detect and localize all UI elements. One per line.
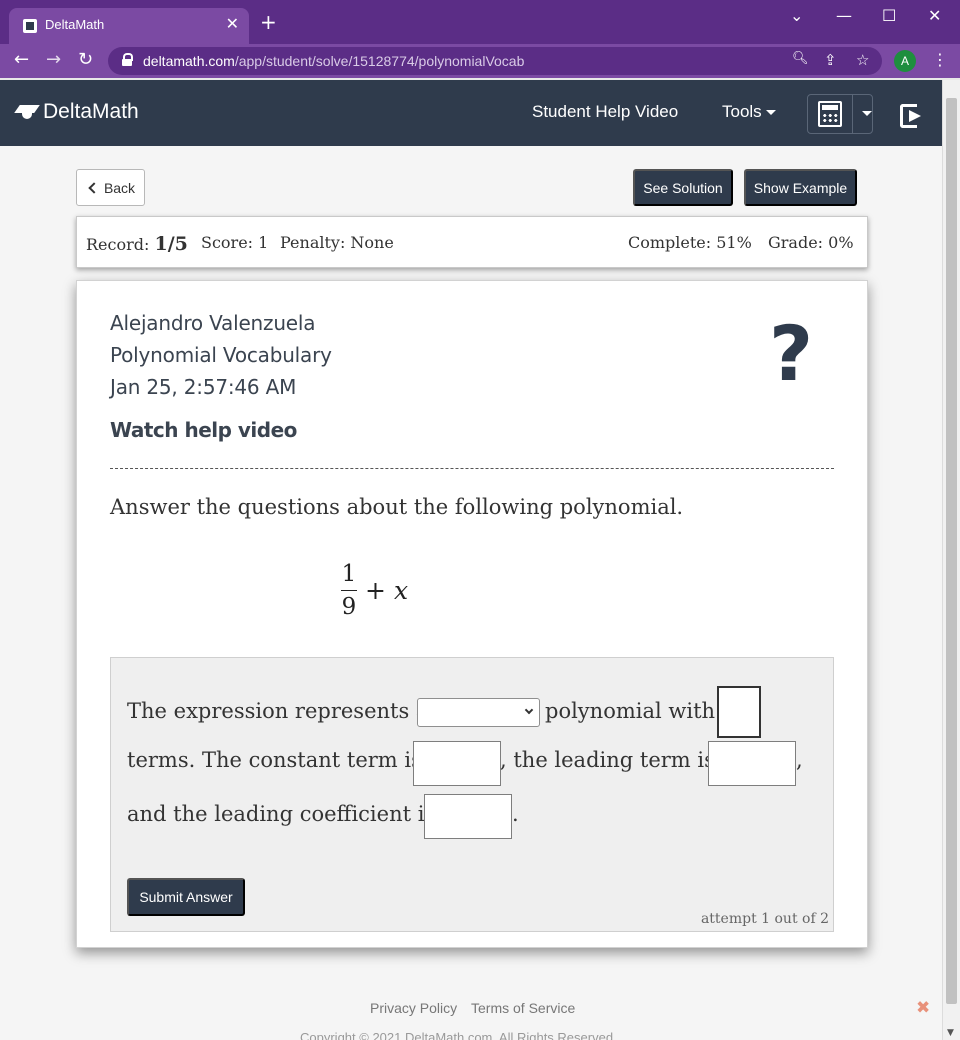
logout-icon[interactable] [900,104,926,128]
problem-timestamp: Jan 25, 2:57:46 AM [110,375,297,399]
privacy-policy-link[interactable]: Privacy Policy [370,1000,457,1016]
answer-text: , [796,748,803,772]
assignment-name: Polynomial Vocabulary [110,343,332,367]
minimize-icon[interactable]: — [836,6,852,25]
submit-answer-button[interactable]: Submit Answer [127,878,245,916]
complete-stat: Complete: 51% [628,233,752,252]
score-stat: Score: 1 [201,233,269,252]
answer-text: . [512,802,519,826]
answer-text: , the leading term is [500,748,715,772]
problem-card: Alejandro Valenzuela Polynomial Vocabula… [76,280,868,948]
zoom-icon[interactable]: 🔍︎ [792,51,809,66]
maximize-icon[interactable]: ☐ [882,6,896,25]
student-help-video-link[interactable]: Student Help Video [532,102,678,122]
forward-arrow-icon[interactable]: → [46,50,61,70]
browser-tab[interactable]: DeltaMath ✕ [9,8,249,44]
fraction-numerator: 1 [341,561,357,587]
copyright-text: Copyright © 2021 DeltaMath.com. All Righ… [300,1030,617,1040]
back-arrow-icon[interactable]: ← [14,50,29,70]
browser-toolbar: ← → ↻ deltamath.com/app/student/solve/15… [0,44,960,78]
brand-logo[interactable]: DeltaMath [16,100,139,124]
lock-icon[interactable] [122,53,133,66]
scrollbar-thumb[interactable] [946,98,957,1004]
url-host: deltamath.com [143,53,235,69]
answer-text: polynomial with [545,699,716,723]
problem-prompt: Answer the questions about the following… [110,495,684,519]
penalty-stat: Penalty: None [280,233,394,252]
share-icon[interactable]: ⇪ [824,51,837,69]
bookmark-star-icon[interactable]: ☆ [856,51,869,69]
show-example-button[interactable]: Show Example [744,169,857,206]
reload-icon[interactable]: ↻ [78,50,93,70]
new-tab-icon[interactable]: + [260,12,277,32]
scroll-down-icon[interactable]: ▼ [947,1028,954,1038]
record-value: 1/5 [154,233,188,255]
address-bar[interactable]: deltamath.com/app/student/solve/15128774… [108,47,882,75]
chevron-down-icon [524,705,534,715]
back-label: Back [103,179,136,196]
record-label: Record: [86,235,150,254]
question-mark-icon[interactable]: ? [769,309,813,399]
fraction-denominator: 9 [341,594,357,621]
calculator-icon [818,101,842,127]
polynomial-expression: 1 9 + x [341,561,408,620]
plus-operator: + [365,576,386,606]
leading-term-input[interactable] [708,741,796,786]
watch-help-video-link[interactable]: Watch help video [110,418,297,442]
tab-close-icon[interactable]: ✕ [226,14,239,33]
profile-avatar[interactable]: A [894,50,916,72]
brand-name: DeltaMath [43,100,139,123]
see-solution-button[interactable]: See Solution [633,169,733,206]
tools-label: Tools [722,102,762,121]
terms-of-service-link[interactable]: Terms of Service [471,1000,575,1016]
url-path: /app/student/solve/15128774/polynomialVo… [234,53,525,69]
calculator-button[interactable] [807,94,873,134]
close-icon[interactable]: ✖ [916,998,930,1018]
app-navbar: DeltaMath Student Help Video Tools [0,80,942,146]
browser-menu-icon[interactable]: ⋮ [932,50,948,69]
variable-x: x [393,576,409,606]
constant-term-input[interactable] [413,741,501,786]
page-content: Back See Solution Show Example Record: 1… [0,146,942,1040]
graduation-cap-icon [16,103,38,121]
grade-stat: Grade: 0% [768,233,854,252]
student-name: Alejandro Valenzuela [110,311,316,335]
tools-menu[interactable]: Tools [722,102,776,122]
chevron-left-icon [88,181,100,194]
fraction: 1 9 [341,561,357,620]
attempt-counter: attempt 1 out of 2 [700,911,829,927]
tab-title: DeltaMath [45,17,105,32]
leading-coefficient-input[interactable] [424,794,512,839]
calc-divider [852,95,853,133]
answer-text: terms. The constant term is [127,748,422,772]
polynomial-type-select[interactable] [417,698,540,727]
back-button[interactable]: Back [76,169,145,206]
calculator-dropdown-icon[interactable] [862,111,872,116]
deltamath-favicon-icon [23,19,37,33]
record-bar: Record: 1/5 Score: 1 Penalty: None Compl… [76,216,868,268]
url-text[interactable]: deltamath.com/app/student/solve/15128774… [143,53,524,69]
browser-tab-strip: DeltaMath ✕ + ⌄ — ☐ ✕ [0,0,960,44]
answer-area: The expression represents a polynomial w… [110,657,834,932]
record-stat: Record: 1/5 [86,233,188,255]
tab-search-icon[interactable]: ⌄ [790,6,803,25]
divider [110,468,834,469]
window-close-icon[interactable]: ✕ [928,6,941,25]
fraction-bar [341,590,357,592]
answer-text: and the leading coefficient is [127,802,436,826]
chevron-down-icon [765,110,776,116]
page-scrollbar[interactable]: ▼ [942,80,960,1040]
answer-text: The expression represents a [127,699,429,723]
number-of-terms-input[interactable] [717,686,761,738]
